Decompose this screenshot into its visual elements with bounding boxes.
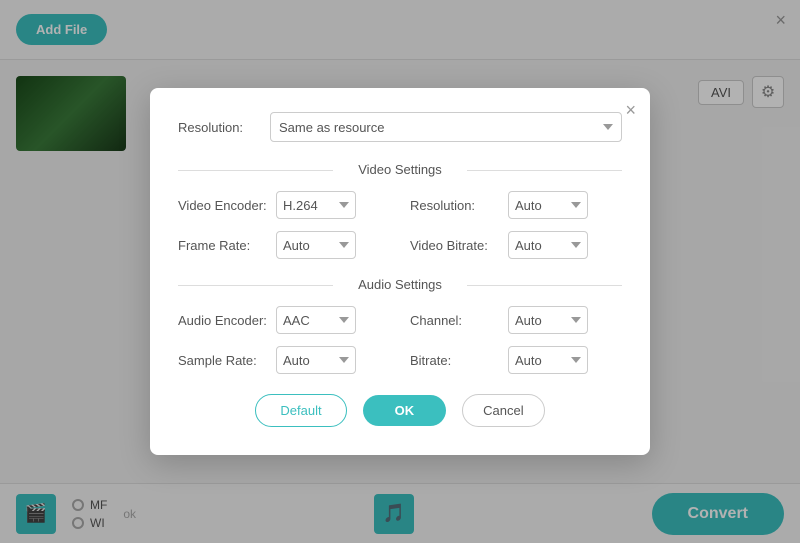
sample-rate-select[interactable]: Auto 44100 48000 <box>276 346 356 374</box>
channel-select[interactable]: Auto Mono Stereo <box>508 306 588 334</box>
audio-bitrate-label: Bitrate: <box>410 353 500 368</box>
video-encoder-select[interactable]: H.264 H.265 MPEG-4 <box>276 191 356 219</box>
video-bitrate-select[interactable]: Auto 1000k 2000k 4000k <box>508 231 588 259</box>
modal-buttons: Default OK Cancel <box>178 394 622 427</box>
ok-button[interactable]: OK <box>363 395 447 426</box>
settings-modal: × Resolution: Same as resource Video Set… <box>150 88 650 455</box>
audio-settings-header: Audio Settings <box>178 277 622 292</box>
modal-close-button[interactable]: × <box>625 100 636 121</box>
video-settings-grid: Video Encoder: H.264 H.265 MPEG-4 Resolu… <box>178 191 622 259</box>
resolution-dropdown-wide[interactable]: Same as resource <box>270 112 622 142</box>
frame-rate-row: Frame Rate: Auto 24 25 30 60 <box>178 231 390 259</box>
resolution-label: Resolution: <box>178 120 258 135</box>
resolution-row-2: Resolution: Auto 1920x1080 1280x720 <box>410 191 622 219</box>
channel-label: Channel: <box>410 313 500 328</box>
cancel-button[interactable]: Cancel <box>462 394 544 427</box>
channel-row: Channel: Auto Mono Stereo <box>410 306 622 334</box>
frame-rate-label: Frame Rate: <box>178 238 268 253</box>
video-encoder-row: Video Encoder: H.264 H.265 MPEG-4 <box>178 191 390 219</box>
video-settings-header: Video Settings <box>178 162 622 177</box>
sample-rate-row: Sample Rate: Auto 44100 48000 <box>178 346 390 374</box>
default-button[interactable]: Default <box>255 394 346 427</box>
audio-encoder-select[interactable]: AAC MP3 AC3 <box>276 306 356 334</box>
app-background: Add File × AVI ⚙ 🎬 MF WI <box>0 0 800 543</box>
resolution-label-2: Resolution: <box>410 198 500 213</box>
audio-settings-grid: Audio Encoder: AAC MP3 AC3 Channel: Auto… <box>178 306 622 374</box>
video-encoder-label: Video Encoder: <box>178 198 268 213</box>
video-bitrate-label: Video Bitrate: <box>410 238 500 253</box>
modal-overlay: × Resolution: Same as resource Video Set… <box>0 0 800 543</box>
video-bitrate-row: Video Bitrate: Auto 1000k 2000k 4000k <box>410 231 622 259</box>
resolution-select[interactable]: Auto 1920x1080 1280x720 <box>508 191 588 219</box>
audio-encoder-label: Audio Encoder: <box>178 313 268 328</box>
sample-rate-label: Sample Rate: <box>178 353 268 368</box>
audio-encoder-row: Audio Encoder: AAC MP3 AC3 <box>178 306 390 334</box>
resolution-row: Resolution: Same as resource <box>178 112 622 142</box>
audio-bitrate-select[interactable]: Auto 128k 192k 256k 320k <box>508 346 588 374</box>
frame-rate-select[interactable]: Auto 24 25 30 60 <box>276 231 356 259</box>
audio-bitrate-row: Bitrate: Auto 128k 192k 256k 320k <box>410 346 622 374</box>
